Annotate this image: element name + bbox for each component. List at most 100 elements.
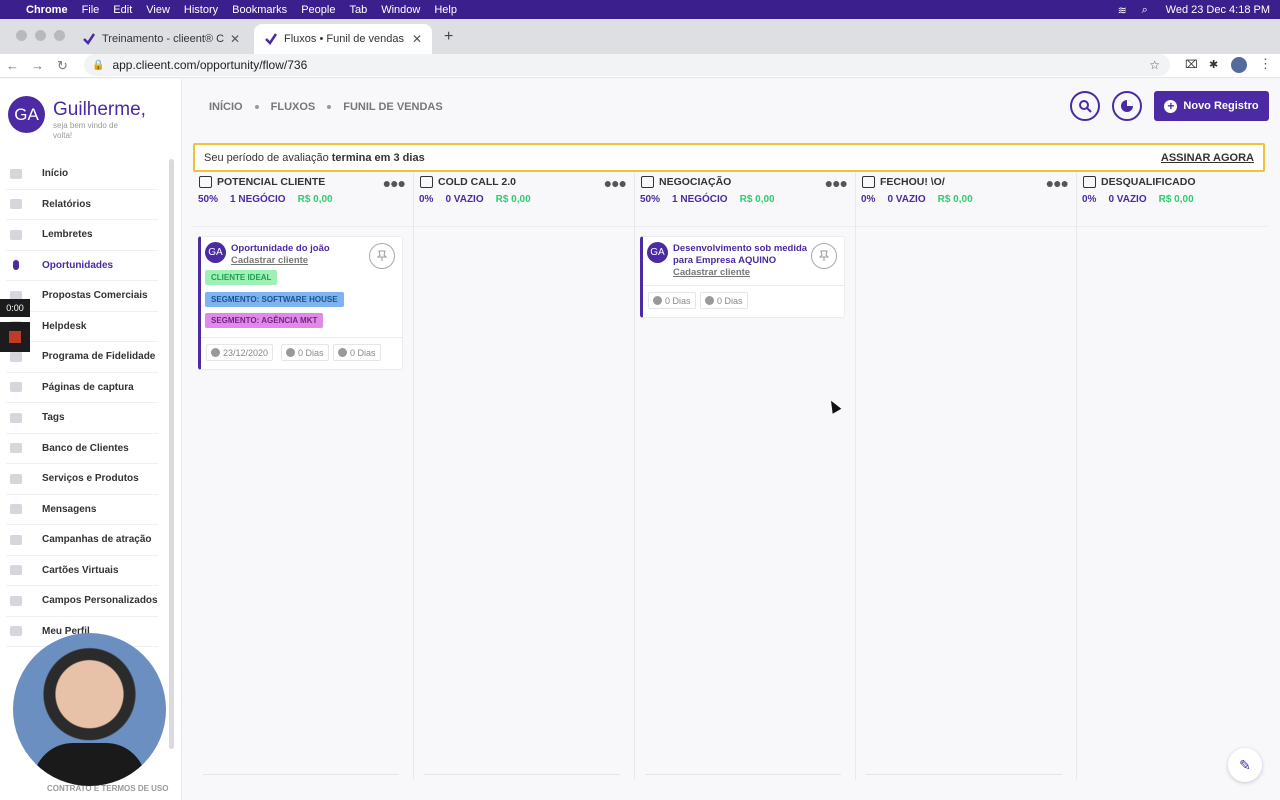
stopwatch-icon: [338, 348, 347, 357]
user-avatar[interactable]: GA: [8, 96, 45, 133]
tag-cliente-ideal[interactable]: CLIENTE IDEAL: [205, 270, 278, 285]
column-divider: [856, 226, 1076, 227]
profile-avatar[interactable]: [1231, 57, 1247, 73]
sidebar-scrollbar[interactable]: [169, 159, 174, 749]
checkmark-icon: [265, 33, 278, 45]
tab-treinamento[interactable]: Treinamento - clieent® CRM ✕: [72, 24, 250, 54]
deal-card[interactable]: GA Desenvolvimento sob medida para Empre…: [640, 236, 845, 318]
menu-file[interactable]: File: [82, 4, 100, 16]
breadcrumb-inicio[interactable]: INÍCIO: [209, 101, 243, 113]
plus-icon: +: [1164, 99, 1178, 113]
search-icon[interactable]: ⌕: [1142, 4, 1154, 16]
tab-fluxos[interactable]: Fluxos • Funil de vendas • clieent ✕: [254, 24, 432, 54]
magic-wand-button[interactable]: ✎: [1228, 748, 1262, 782]
new-record-button[interactable]: + Novo Registro: [1154, 91, 1269, 121]
column-value: R$ 0,00: [739, 194, 775, 205]
chrome-menu-icon[interactable]: ⋮: [1259, 56, 1272, 72]
sidebar-item-label: Campanhas de atração: [42, 534, 152, 546]
bookmark-star-icon[interactable]: ☆: [1149, 58, 1160, 72]
pin-button[interactable]: [369, 243, 395, 269]
deal-title[interactable]: Desenvolvimento sob medida para Empresa …: [673, 243, 808, 267]
column-value: R$ 0,00: [1158, 194, 1194, 205]
column-menu-icon[interactable]: ●●●: [383, 175, 406, 191]
sidebar-item-inicio[interactable]: Início: [6, 159, 158, 190]
sidebar-item-relatorios[interactable]: Relatórios: [6, 190, 158, 220]
user-icon: [10, 626, 22, 637]
sidebar-item-captura[interactable]: Páginas de captura: [6, 373, 158, 403]
close-window-button[interactable]: [16, 30, 27, 41]
column-divider: [1077, 226, 1267, 227]
sidebar-item-mensagens[interactable]: Mensagens: [6, 495, 158, 525]
zoom-window-button[interactable]: [54, 30, 65, 41]
days-value: 0 Dias: [350, 347, 376, 358]
sidebar-item-label: Relatórios: [42, 198, 91, 210]
sidebar-item-tags[interactable]: Tags: [6, 403, 158, 434]
menu-people[interactable]: People: [301, 4, 335, 16]
back-icon[interactable]: ←: [0, 58, 25, 73]
menu-bookmarks[interactable]: Bookmarks: [232, 4, 287, 16]
column-menu-icon[interactable]: ●●●: [825, 175, 848, 191]
column-header: COLD CALL 2.0: [420, 176, 516, 188]
column-menu-icon[interactable]: ●●●: [604, 175, 627, 191]
breadcrumb-separator: [327, 105, 332, 109]
search-button[interactable]: [1070, 91, 1100, 121]
trial-text: Seu período de avaliação: [204, 151, 329, 164]
sidebar-item-campos[interactable]: Campos Personalizados: [6, 586, 158, 617]
sidebar-item-oportunidades[interactable]: Oportunidades: [6, 251, 158, 281]
menu-window[interactable]: Window: [381, 4, 420, 16]
menu-history[interactable]: History: [184, 4, 218, 16]
puzzle-icon[interactable]: ✱: [1209, 58, 1218, 71]
close-tab-icon[interactable]: ✕: [412, 32, 422, 46]
tag-agencia-mkt[interactable]: SEGMENTO: AGÊNCIA MKT: [205, 313, 324, 328]
greeting: Guilherme,: [53, 99, 146, 120]
new-tab-button[interactable]: +: [444, 28, 453, 46]
scroll-icon: [420, 176, 433, 188]
menu-help[interactable]: Help: [434, 4, 457, 16]
report-button[interactable]: [1112, 91, 1142, 121]
sidebar-item-campanhas[interactable]: Campanhas de atração: [6, 525, 158, 556]
sidebar-item-servicos[interactable]: Serviços e Produtos: [6, 464, 158, 495]
menu-edit[interactable]: Edit: [113, 4, 132, 16]
subscribe-link[interactable]: ASSINAR AGORA: [1161, 152, 1254, 164]
breadcrumb-funil: FUNIL DE VENDAS: [343, 101, 443, 113]
column-header: NEGOCIAÇÃO: [641, 176, 731, 188]
search-icon: [1079, 100, 1092, 113]
column-stats: 50% 1 NEGÓCIO R$ 0,00: [640, 194, 775, 205]
form-icon: [10, 595, 22, 606]
url-text[interactable]: app.clieent.com/opportunity/flow/736: [112, 58, 307, 72]
menu-view[interactable]: View: [146, 4, 170, 16]
breadcrumb-fluxos[interactable]: FLUXOS: [271, 101, 316, 113]
address-bar[interactable]: 🔒 app.clieent.com/opportunity/flow/736 ☆: [84, 54, 1170, 76]
register-client-link[interactable]: Cadastrar cliente: [231, 255, 308, 266]
scroll-icon: [862, 176, 875, 188]
forward-icon[interactable]: →: [25, 58, 50, 73]
column-header: POTENCIAL CLIENTE: [199, 176, 325, 188]
pin-button[interactable]: [811, 243, 837, 269]
sidebar-item-clientes[interactable]: Banco de Clientes: [6, 434, 158, 464]
lock-icon[interactable]: 🔒: [92, 60, 104, 71]
column-divider: [193, 226, 413, 227]
sidebar-item-label: Helpdesk: [42, 320, 87, 332]
menu-tab[interactable]: Tab: [349, 4, 367, 16]
breadcrumb: INÍCIO FLUXOS FUNIL DE VENDAS: [209, 101, 443, 113]
reload-icon[interactable]: ↻: [50, 58, 75, 74]
sidebar-item-lembretes[interactable]: Lembretes: [6, 220, 158, 251]
column-title: DESQUALIFICADO: [1101, 176, 1196, 188]
minimize-window-button[interactable]: [35, 30, 46, 41]
register-client-link[interactable]: Cadastrar cliente: [673, 267, 750, 278]
close-tab-icon[interactable]: ✕: [230, 32, 240, 46]
column-menu-icon[interactable]: ●●●: [1046, 175, 1069, 191]
deal-title[interactable]: Oportunidade do joão: [231, 243, 366, 255]
sidebar-item-cartoes[interactable]: Cartões Virtuais: [6, 556, 158, 586]
menu-chrome[interactable]: Chrome: [26, 4, 68, 16]
tag-software-house[interactable]: SEGMENTO: SOFTWARE HOUSE: [205, 292, 344, 307]
new-record-label: Novo Registro: [1183, 100, 1259, 112]
clock[interactable]: Wed 23 Dec 4:18 PM: [1166, 4, 1270, 16]
column-value: R$ 0,00: [937, 194, 973, 205]
stop-recording-button[interactable]: [0, 322, 30, 352]
extension-icon[interactable]: ⌧: [1185, 58, 1198, 71]
box-icon: [10, 473, 22, 484]
column-header: FECHOU! \O/: [862, 176, 945, 188]
deal-card[interactable]: GA Oportunidade do joão Cadastrar client…: [198, 236, 403, 370]
wifi-icon[interactable]: ≋: [1118, 4, 1130, 17]
